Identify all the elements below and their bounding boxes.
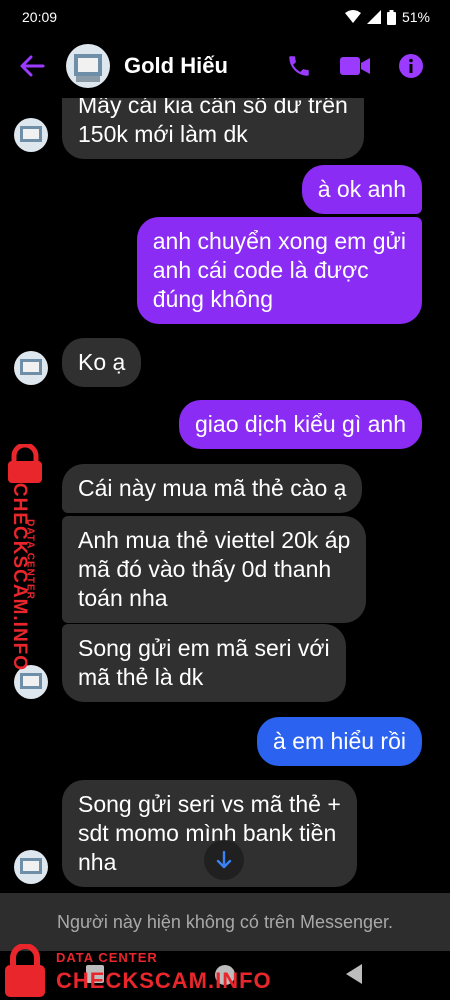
message-line: toán nha	[78, 585, 168, 611]
message-line: giao dịch kiểu gì anh	[195, 411, 406, 437]
back-arrow-icon	[20, 55, 45, 77]
status-bar: 20:09 51%	[0, 0, 450, 34]
scroll-to-bottom-button[interactable]	[204, 840, 244, 880]
arrow-down-icon	[216, 851, 232, 869]
video-call-button[interactable]	[336, 47, 374, 85]
message-line: Ko ạ	[78, 349, 126, 375]
message-line: à ok anh	[317, 176, 406, 202]
phone-icon	[289, 56, 309, 76]
signal-icon	[366, 10, 381, 24]
message-line: Anh mua thẻ viettel 20k áp	[78, 527, 351, 553]
message-bubble-incoming[interactable]: Cái này mua mã thẻ cào ạ	[62, 464, 363, 513]
battery-percent: 51%	[401, 9, 430, 25]
message-list[interactable]: Mấy cái kia cần số dư trên 150k mới làm …	[0, 98, 450, 893]
watermark-side: DATA CENTER CHECKSCAM.INFO	[0, 440, 52, 671]
conversation-header: Gold Hiếu	[0, 34, 450, 98]
battery-icon	[386, 9, 396, 25]
message-bubble-incoming[interactable]: Mấy cái kia cần số dư trên 150k mới làm …	[62, 98, 364, 159]
wifi-icon	[344, 10, 361, 23]
message-line: Song gửi em mã seri với	[78, 635, 330, 661]
sender-avatar[interactable]	[14, 118, 48, 152]
sender-avatar[interactable]	[14, 351, 48, 385]
info-button[interactable]	[392, 47, 430, 85]
contact-name[interactable]: Gold Hiếu	[124, 53, 280, 79]
message-bubble-outgoing[interactable]: giao dịch kiểu gì anh	[179, 400, 422, 449]
message-bubble-outgoing[interactable]: anh chuyển xong em gửi anh cái code là đ…	[136, 217, 422, 324]
message-line: đúng không	[152, 286, 273, 312]
back-button[interactable]	[0, 34, 64, 98]
video-camera-icon	[340, 57, 370, 75]
message-line: sdt momo mình bank tiền	[78, 820, 337, 846]
message-bubble-incoming[interactable]: Anh mua thẻ viettel 20k áp mã đó vào thấ…	[62, 516, 367, 623]
message-line: Cái này mua mã thẻ cào ạ	[78, 475, 347, 501]
header-actions	[280, 47, 450, 85]
message-line: à em hiểu rồi	[273, 728, 406, 754]
contact-avatar[interactable]	[66, 44, 110, 88]
status-icons: 51%	[344, 9, 430, 25]
watermark-bottom-sub: DATA CENTER	[56, 950, 158, 965]
message-line: 150k mới làm dk	[78, 121, 248, 147]
message-bubble-outgoing[interactable]: à ok anh	[301, 165, 422, 214]
nav-back-icon[interactable]	[344, 963, 364, 985]
lock-icon	[5, 944, 45, 997]
message-line: anh cái code là được	[152, 257, 369, 283]
info-icon	[399, 54, 423, 78]
message-bubble-incoming[interactable]: Song gửi em mã seri với mã thẻ là dk	[62, 624, 346, 702]
message-line: Song gửi seri vs mã thẻ +	[78, 791, 341, 817]
message-bubble-outgoing[interactable]: à em hiểu rồi	[257, 717, 422, 766]
message-line: mã đó vào thấy 0d thanh	[78, 556, 332, 582]
message-line: mã thẻ là dk	[78, 664, 204, 690]
message-line: anh chuyển xong em gửi	[152, 228, 406, 254]
watermark-bottom-main: CHECKSCAM.INFO	[56, 968, 272, 993]
call-button[interactable]	[280, 47, 318, 85]
status-time: 20:09	[22, 9, 58, 25]
sender-avatar[interactable]	[14, 850, 48, 884]
watermark-side-main: CHECKSCAM.INFO	[9, 482, 30, 672]
message-line: Mấy cái kia cần số dư trên	[78, 98, 348, 118]
watermark-bottom: DATA CENTER CHECKSCAM.INFO	[0, 938, 300, 1000]
message-bubble-incoming[interactable]: Ko ạ	[62, 338, 142, 387]
